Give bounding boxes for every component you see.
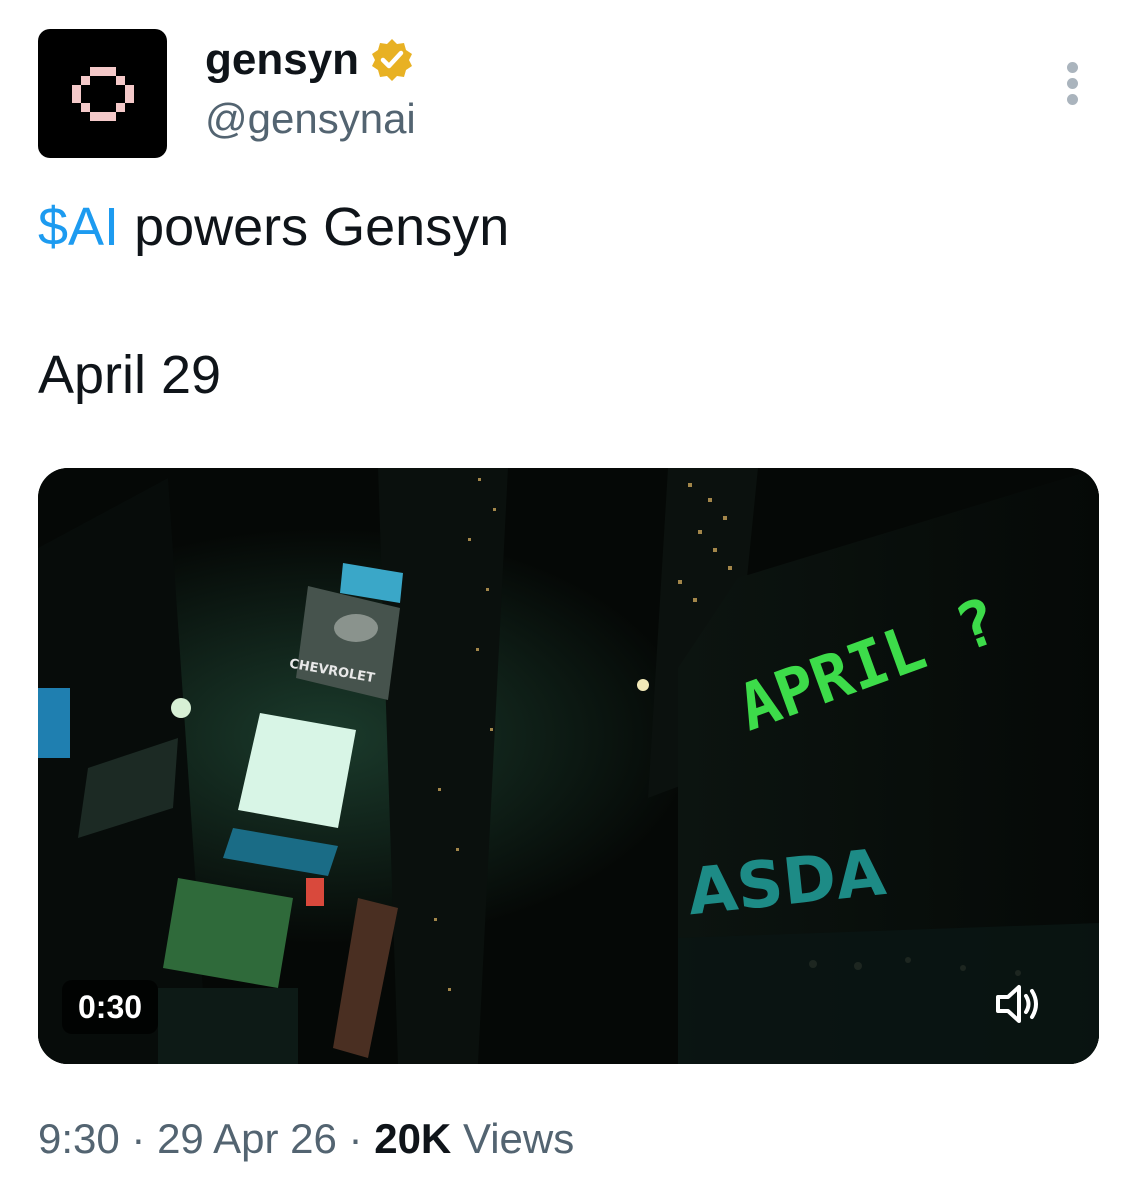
tweet-text-line-1: $AI powers Gensyn xyxy=(38,194,509,260)
tweet-date[interactable]: 29 Apr 26 xyxy=(157,1115,337,1162)
author-name-row[interactable]: gensyn xyxy=(205,34,415,86)
gensyn-logo-icon xyxy=(72,67,134,121)
tweet-text-line-2: April 29 xyxy=(38,345,222,405)
tweet-text-rest: powers Gensyn xyxy=(119,197,510,257)
author-handle[interactable]: @gensynai xyxy=(205,94,416,144)
views-label: Views xyxy=(451,1115,575,1162)
more-options-icon[interactable] xyxy=(1058,58,1088,108)
video-player[interactable]: CHEVROLET APRIL ? ASDA 0:30 xyxy=(38,468,1099,1064)
video-frame: CHEVROLET APRIL ? ASDA xyxy=(38,468,1099,1064)
meta-separator: · xyxy=(119,1115,158,1162)
speaker-volume-icon[interactable] xyxy=(988,974,1048,1034)
verified-badge-icon xyxy=(372,39,413,81)
cashtag-link[interactable]: $AI xyxy=(38,197,119,257)
video-duration-badge: 0:30 xyxy=(62,980,159,1034)
tweet-time[interactable]: 9:30 xyxy=(38,1115,120,1162)
views-count[interactable]: 20K xyxy=(374,1115,451,1162)
avatar[interactable] xyxy=(38,29,167,158)
author-display-name[interactable]: gensyn xyxy=(205,34,359,86)
tweet-meta: 9:30 · 29 Apr 26 · 20K Views xyxy=(38,1112,574,1166)
meta-separator: · xyxy=(336,1115,375,1162)
